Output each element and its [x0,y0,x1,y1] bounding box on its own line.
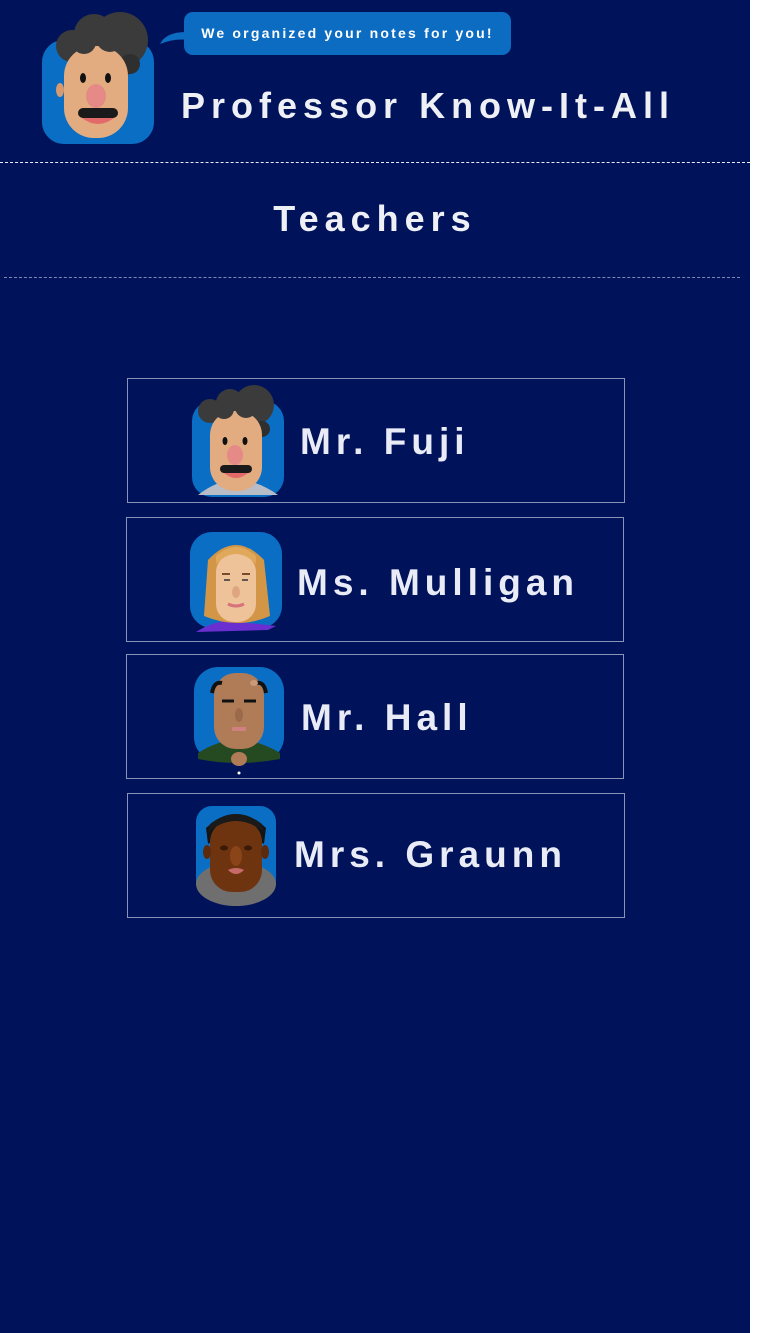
teacher-name: Mr. Fuji [300,421,470,462]
app-root: We organized your notes for you! Profess… [0,0,750,1333]
teacher-card-mrs-graunn[interactable]: Mrs. Graunn [127,793,625,918]
teacher-name: Mr. Hall [301,697,473,738]
curly-hair-man-avatar-icon [192,385,284,497]
speech-bubble: We organized your notes for you! [184,12,511,55]
professor-avatar-icon [42,12,154,144]
teacher-name: Mrs. Graunn [294,834,567,875]
blonde-woman-avatar-icon [190,532,282,632]
bald-man-avatar-icon [194,667,284,775]
teacher-card-ms-mulligan[interactable]: Ms. Mulligan [126,517,624,642]
dark-skinned-man-avatar-icon [196,806,276,906]
teacher-card-mr-hall[interactable]: Mr. Hall [126,654,624,779]
heading-divider [4,277,740,278]
app-title: Professor Know-It-All [181,85,676,126]
teacher-name: Ms. Mulligan [297,562,579,603]
page-title: Teachers [273,198,477,239]
teacher-card-mr-fuji[interactable]: Mr. Fuji [127,378,625,503]
header-divider [0,162,750,163]
